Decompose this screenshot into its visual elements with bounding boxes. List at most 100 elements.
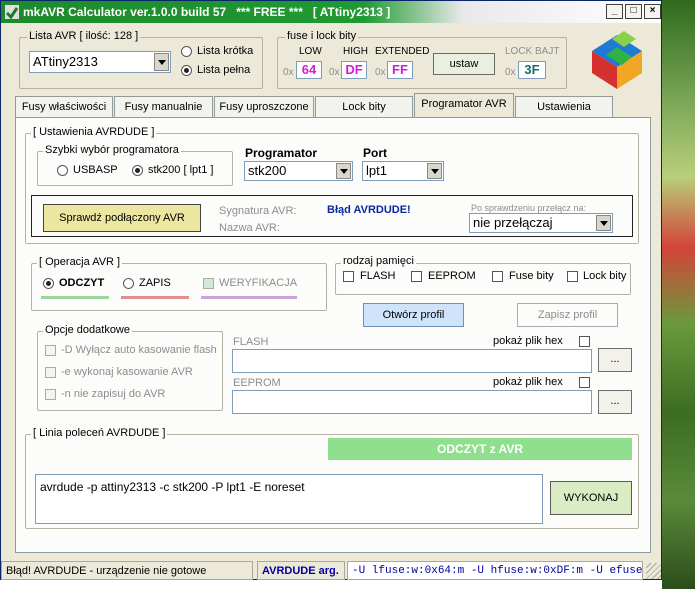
app-logo [592, 31, 642, 89]
low-prefix: 0x [283, 67, 294, 78]
resize-grip[interactable] [646, 563, 661, 579]
radio-write-label: ZAPIS [139, 277, 171, 289]
avr-select[interactable]: ATtiny2313 [29, 51, 171, 73]
radio-usbasp-label: USBASP [73, 164, 118, 176]
low-label: LOW [299, 46, 322, 57]
verify-checkbox[interactable] [203, 278, 214, 289]
execute-button[interactable]: WYKONAJ [550, 481, 632, 515]
port-label: Port [363, 146, 387, 160]
eeprom-browse-button[interactable]: ... [598, 390, 632, 414]
ext-prefix: 0x [375, 67, 386, 78]
minimize-button[interactable]: _ [606, 4, 623, 19]
eeprom-show-hex-label: pokaż plik hex [493, 376, 563, 388]
option-n-checkbox[interactable] [45, 389, 56, 400]
flash-checkbox[interactable] [343, 271, 354, 282]
flash-file-label: FLASH [233, 336, 269, 348]
eeprom-file-label: EEPROM [233, 377, 281, 389]
extended-fuse-input[interactable]: FF [387, 61, 413, 79]
tab-lock-bits[interactable]: Lock bity [315, 96, 413, 118]
tab-settings[interactable]: Ustawienia [515, 96, 613, 118]
lock-byte-input[interactable]: 3F [518, 61, 546, 79]
radio-stk200-label: stk200 [ lpt1 ] [148, 164, 214, 176]
command-line-text: avrdude -p attiny2313 -c stk200 -P lpt1 … [40, 480, 305, 494]
option-d-label: -D Wyłącz auto kasowanie flash [61, 344, 217, 356]
eeprom-checkbox-label: EEPROM [428, 270, 476, 282]
main-window: mkAVR Calculator ver.1.0.0 build 57 *** … [0, 0, 662, 580]
lock-bits-checkbox[interactable] [567, 271, 578, 282]
tab-avr-programmer[interactable]: Programator AVR [414, 93, 514, 118]
option-n-label: -n nie zapisuj do AVR [61, 388, 166, 400]
maximize-button[interactable]: □ [625, 4, 642, 19]
window-title: mkAVR Calculator ver.1.0.0 build 57 *** … [23, 5, 391, 19]
desktop-strip [0, 580, 662, 589]
operation-group-label: [ Operacja AVR ] [37, 256, 123, 268]
programmer-label: Programator [245, 146, 318, 160]
signature-label: Sygnatura AVR: [219, 205, 297, 217]
radio-read[interactable] [43, 278, 54, 289]
avrdude-args-label: AVRDUDE arg. [257, 561, 345, 580]
lock-byte-label: LOCK BAJT [505, 46, 560, 57]
programmer-select[interactable]: stk200 [244, 161, 353, 181]
after-check-select[interactable]: nie przełączaj [469, 213, 613, 233]
radio-write[interactable] [123, 278, 134, 289]
extended-label: EXTENDED [375, 46, 430, 57]
save-profile-button[interactable]: Zapisz profil [517, 303, 618, 327]
after-check-value: nie przełączaj [473, 215, 553, 230]
chevron-down-icon[interactable] [427, 163, 442, 179]
command-group-label: [ Linia poleceń AVRDUDE ] [31, 427, 168, 439]
operation-status-banner: ODCZYT z AVR [328, 438, 632, 460]
avr-select-value: ATtiny2313 [33, 54, 98, 69]
radio-full-list-label: Lista pełna [197, 64, 251, 76]
memory-group-label: rodzaj pamięci [341, 255, 416, 267]
flash-show-hex-checkbox[interactable] [579, 336, 590, 347]
chevron-down-icon[interactable] [154, 53, 169, 71]
avrdude-args-value: -U lfuse:w:0x64:m -U hfuse:w:0xDF:m -U e… [347, 561, 643, 580]
radio-usbasp[interactable] [57, 165, 68, 176]
high-label: HIGH [343, 46, 368, 57]
signature-value: Błąd AVRDUDE! [327, 204, 411, 216]
eeprom-show-hex-checkbox[interactable] [579, 377, 590, 388]
fuse-bits-checkbox[interactable] [492, 271, 503, 282]
command-line-field[interactable]: avrdude -p attiny2313 -c stk200 -P lpt1 … [35, 474, 543, 524]
verify-underline [201, 296, 297, 299]
tab-fuse-properties[interactable]: Fusy właściwości [15, 96, 113, 118]
radio-stk200[interactable] [132, 165, 143, 176]
radio-full-list[interactable] [181, 65, 192, 76]
eeprom-file-input[interactable] [232, 390, 592, 414]
flash-checkbox-label: FLASH [360, 270, 396, 282]
tab-fuse-manual[interactable]: Fusy manualnie [114, 96, 213, 118]
avr-name-label: Nazwa AVR: [219, 222, 280, 234]
close-button[interactable]: × [644, 4, 661, 19]
avr-list-group-label: Lista AVR [ ilość: 128 ] [27, 30, 141, 42]
option-d-checkbox[interactable] [45, 345, 56, 356]
desktop-background [662, 0, 695, 589]
chevron-down-icon[interactable] [596, 215, 611, 231]
tab-fuse-simplified[interactable]: Fusy uproszczone [214, 96, 314, 118]
option-e-checkbox[interactable] [45, 367, 56, 378]
low-fuse-input[interactable]: 64 [296, 61, 322, 79]
status-message: Błąd! AVRDUDE - urządzenie nie gotowe [1, 561, 253, 580]
lock-bits-checkbox-label: Lock bity [583, 270, 627, 282]
flash-browse-button[interactable]: ... [598, 348, 632, 372]
radio-short-list-label: Lista krótka [197, 45, 254, 57]
options-group-label: Opcje dodatkowe [43, 324, 132, 336]
flash-file-input[interactable] [232, 349, 592, 373]
chevron-down-icon[interactable] [336, 163, 351, 179]
lock-prefix: 0x [505, 67, 516, 78]
set-fuses-button[interactable]: ustaw [433, 53, 495, 75]
write-underline [121, 296, 189, 299]
radio-short-list[interactable] [181, 46, 192, 57]
programmer-select-value: stk200 [248, 163, 287, 178]
port-select[interactable]: lpt1 [362, 161, 444, 181]
port-select-value: lpt1 [366, 163, 387, 178]
eeprom-checkbox[interactable] [411, 271, 422, 282]
high-fuse-input[interactable]: DF [341, 61, 367, 79]
flash-show-hex-label: pokaż plik hex [493, 335, 563, 347]
check-avr-button[interactable]: Sprawdź podłączony AVR [43, 204, 201, 232]
open-profile-button[interactable]: Otwórz profil [363, 303, 464, 327]
fuse-bits-checkbox-label: Fuse bity [509, 270, 554, 282]
radio-read-label: ODCZYT [59, 277, 105, 289]
quick-programmer-label: Szybki wybór programatora [43, 144, 181, 156]
after-check-label: Po sprawdzeniu przełącz na: [471, 203, 587, 213]
verify-label: WERYFIKACJA [219, 277, 298, 289]
